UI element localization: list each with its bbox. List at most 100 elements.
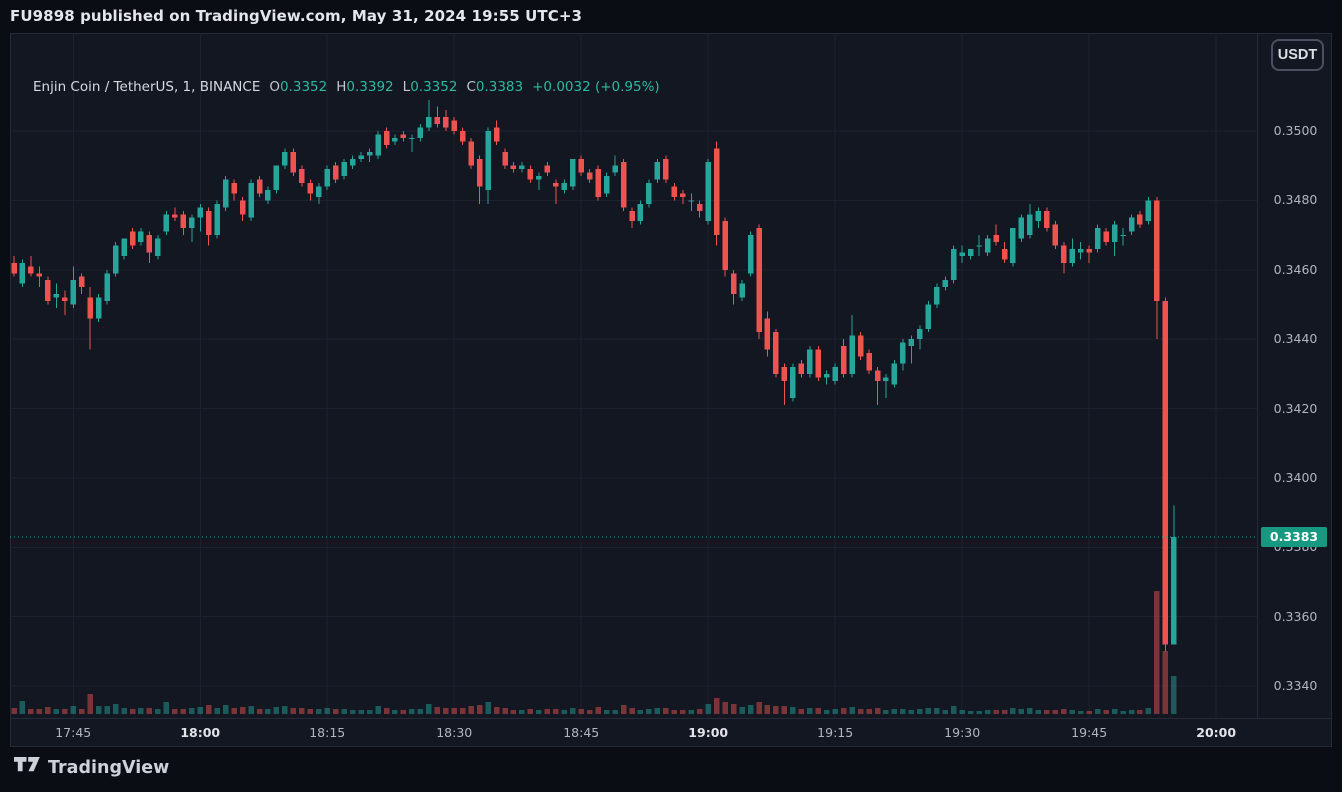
candle[interactable] [968, 249, 974, 256]
candle[interactable] [629, 211, 635, 221]
candle[interactable] [1163, 301, 1169, 644]
candle[interactable] [291, 152, 297, 173]
candle[interactable] [1027, 214, 1033, 235]
candle[interactable] [773, 332, 779, 374]
candle[interactable] [1112, 225, 1118, 242]
candle[interactable] [976, 246, 982, 247]
candle[interactable] [663, 159, 669, 180]
symbol-legend[interactable]: Enjin Coin / TetherUS, 1, BINANCE O0.335… [33, 79, 660, 95]
candle[interactable] [367, 152, 373, 155]
candle[interactable] [189, 218, 195, 228]
candle[interactable] [282, 152, 288, 166]
candle[interactable] [1002, 249, 1008, 259]
candle[interactable] [45, 280, 51, 301]
candle[interactable] [477, 159, 483, 187]
candle[interactable] [909, 339, 915, 346]
candle[interactable] [1146, 200, 1152, 221]
candle[interactable] [37, 273, 43, 276]
candle[interactable] [147, 235, 153, 252]
candle[interactable] [265, 190, 271, 200]
candle[interactable] [1129, 218, 1135, 232]
candle[interactable] [562, 183, 568, 190]
candle[interactable] [883, 377, 889, 380]
candle[interactable] [782, 367, 788, 381]
time-axis[interactable]: 17:4518:0018:1518:3018:4519:0019:1519:30… [10, 718, 1332, 748]
candle[interactable] [1044, 211, 1050, 228]
candle[interactable] [519, 166, 525, 169]
candle[interactable] [502, 152, 508, 166]
candle[interactable] [875, 370, 881, 380]
candle[interactable] [164, 214, 170, 231]
candle[interactable] [858, 336, 864, 357]
candle[interactable] [54, 294, 60, 297]
candle[interactable] [545, 166, 551, 173]
candle[interactable] [1070, 249, 1076, 263]
candle[interactable] [816, 350, 822, 378]
candle[interactable] [959, 252, 965, 255]
candle[interactable] [824, 374, 830, 377]
candle[interactable] [722, 221, 728, 270]
candle[interactable] [443, 117, 449, 127]
candle[interactable] [1086, 249, 1092, 252]
candle[interactable] [214, 204, 220, 235]
candle[interactable] [553, 183, 559, 186]
candle[interactable] [1095, 228, 1101, 249]
candle[interactable] [384, 131, 390, 145]
candle[interactable] [849, 336, 855, 374]
candle[interactable] [595, 169, 601, 197]
price-axis[interactable]: 0.35000.34800.34600.34400.34200.34000.33… [1257, 33, 1333, 718]
candle[interactable] [333, 166, 339, 180]
candle[interactable] [866, 353, 872, 370]
candle[interactable] [409, 138, 415, 139]
candle[interactable] [926, 304, 932, 328]
candle[interactable] [621, 162, 627, 207]
candle[interactable] [705, 162, 711, 221]
candle[interactable] [511, 166, 517, 169]
candle[interactable] [198, 207, 204, 217]
candle[interactable] [87, 298, 93, 319]
currency-toggle-button[interactable]: USDT [1271, 39, 1324, 71]
candle[interactable] [401, 134, 407, 137]
candle[interactable] [1053, 225, 1059, 246]
candle[interactable] [714, 148, 720, 235]
candle[interactable] [79, 277, 85, 287]
candle[interactable] [316, 187, 322, 197]
candle[interactable] [672, 187, 678, 197]
candle[interactable] [104, 273, 110, 301]
candle[interactable] [181, 214, 187, 228]
candle[interactable] [739, 284, 745, 298]
candle[interactable] [587, 173, 593, 180]
symbol-title[interactable]: Enjin Coin / TetherUS, 1, BINANCE [33, 79, 260, 95]
candle[interactable] [299, 169, 305, 183]
candle[interactable] [536, 176, 542, 179]
candle[interactable] [748, 235, 754, 273]
candle[interactable] [468, 141, 474, 165]
candle[interactable] [494, 128, 500, 142]
candle[interactable] [900, 343, 906, 364]
candle[interactable] [435, 117, 441, 124]
candle[interactable] [790, 367, 796, 398]
candle[interactable] [731, 273, 737, 294]
candle[interactable] [841, 346, 847, 374]
candle[interactable] [358, 155, 364, 158]
candle[interactable] [528, 169, 534, 179]
candle[interactable] [121, 239, 127, 256]
candle[interactable] [460, 131, 466, 141]
candle[interactable] [1061, 246, 1067, 263]
candle[interactable] [485, 131, 491, 190]
candle[interactable] [578, 159, 584, 173]
candle[interactable] [756, 228, 762, 332]
candle[interactable] [1120, 235, 1126, 236]
candle[interactable] [138, 232, 144, 242]
candle[interactable] [418, 128, 424, 138]
candle[interactable] [799, 363, 805, 373]
candle[interactable] [604, 176, 610, 193]
candle[interactable] [130, 232, 136, 246]
candle[interactable] [257, 180, 263, 194]
candle[interactable] [680, 193, 686, 196]
candle[interactable] [1036, 211, 1042, 221]
candle[interactable] [375, 134, 381, 155]
candle[interactable] [62, 298, 68, 301]
candle[interactable] [993, 235, 999, 242]
candle[interactable] [943, 280, 949, 287]
